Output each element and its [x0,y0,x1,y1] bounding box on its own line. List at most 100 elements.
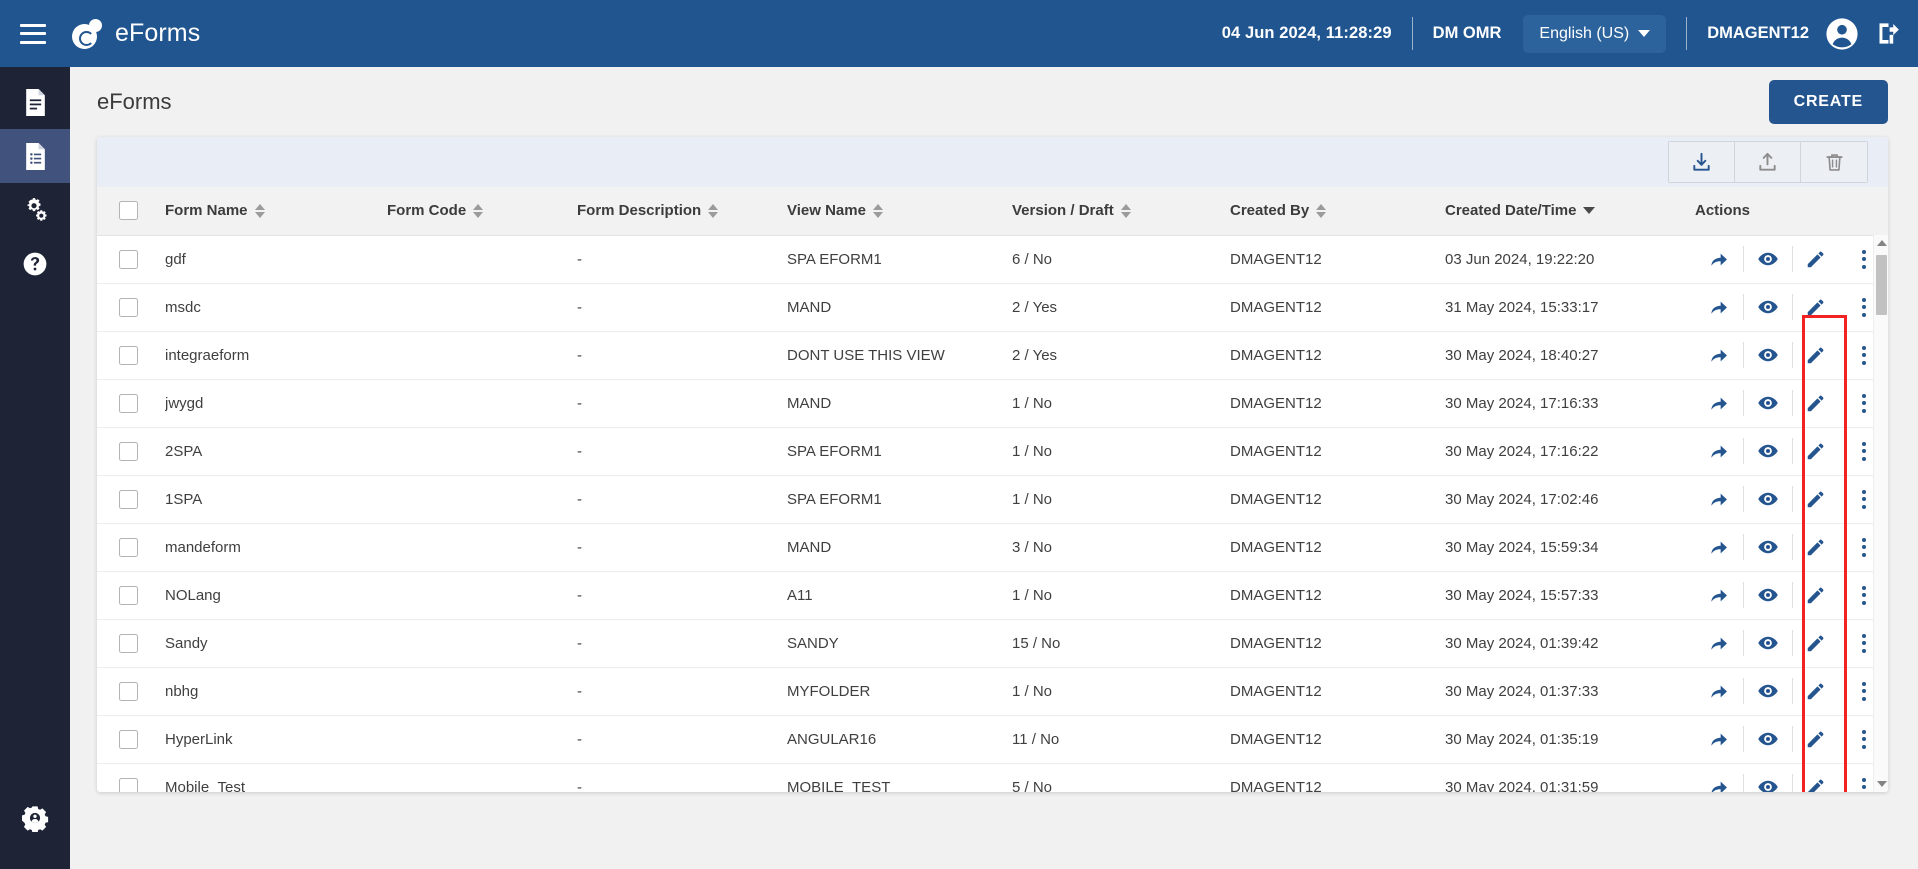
column-header-created-by[interactable]: Created By [1230,187,1445,236]
edit-action-button[interactable] [1793,290,1841,324]
view-action-button[interactable] [1744,242,1792,276]
share-action-button[interactable] [1695,338,1743,372]
select-all-checkbox[interactable] [119,201,138,221]
table-row[interactable]: NOLang - A11 1 / No DMAGENT12 30 May 2024, 15… [97,571,1888,620]
cell-version-draft: 1 / No [1012,379,1230,428]
view-action-button[interactable] [1744,386,1792,420]
row-checkbox[interactable] [119,729,138,749]
view-action-button[interactable] [1744,722,1792,756]
cell-view-name: SPA EFORM1 [787,235,1012,284]
row-checkbox[interactable] [119,393,138,413]
sidebar-item-eforms[interactable] [0,129,70,183]
scrollbar-thumb[interactable] [1876,255,1887,315]
view-action-button[interactable] [1744,770,1792,792]
edit-action-button[interactable] [1793,386,1841,420]
edit-action-button[interactable] [1793,434,1841,468]
sidebar-item-documents[interactable] [0,75,70,129]
vertical-scrollbar[interactable] [1873,235,1888,792]
share-action-button[interactable] [1695,722,1743,756]
row-checkbox[interactable] [119,777,138,792]
share-action-button[interactable] [1695,530,1743,564]
brand-logo[interactable]: eForms [72,18,200,49]
sidebar-item-processes[interactable] [0,183,70,237]
share-arrow-icon [1711,349,1727,362]
sidebar-item-help[interactable] [0,237,70,291]
table-row[interactable]: msdc - MAND 2 / Yes DMAGENT12 31 May 2024, 15… [97,283,1888,332]
column-header-version-draft[interactable]: Version / Draft [1012,187,1230,236]
column-header-form-description[interactable]: Form Description [577,187,787,236]
edit-action-button[interactable] [1793,578,1841,612]
create-button[interactable]: CREATE [1768,80,1888,124]
hamburger-icon[interactable] [20,23,46,44]
share-action-button[interactable] [1695,434,1743,468]
view-action-button[interactable] [1744,626,1792,660]
language-selector[interactable]: English (US) [1523,14,1667,53]
sort-toggle-icon[interactable] [1316,203,1327,218]
edit-action-button[interactable] [1793,722,1841,756]
view-action-button[interactable] [1744,338,1792,372]
view-action-button[interactable] [1744,530,1792,564]
edit-action-button[interactable] [1793,338,1841,372]
row-checkbox[interactable] [119,633,138,653]
kebab-menu-icon [1862,345,1867,365]
edit-action-button[interactable] [1793,674,1841,708]
table-row[interactable]: integraeform - DONT USE THIS VIEW 2 / Yes DM… [97,331,1888,380]
share-action-button[interactable] [1695,482,1743,516]
share-action-button[interactable] [1695,578,1743,612]
share-action-button[interactable] [1695,770,1743,792]
view-action-button[interactable] [1744,674,1792,708]
table-row[interactable]: mandeform - MAND 3 / No DMAGENT12 30 May 2024… [97,523,1888,572]
row-checkbox[interactable] [119,345,138,365]
view-action-button[interactable] [1744,434,1792,468]
download-button[interactable] [1669,142,1735,182]
delete-button[interactable] [1801,142,1867,182]
share-action-button[interactable] [1695,626,1743,660]
scroll-down-button[interactable] [1874,776,1888,792]
column-header-created-datetime[interactable]: Created Date/Time [1445,187,1695,236]
edit-action-button[interactable] [1793,242,1841,276]
edit-action-button[interactable] [1793,770,1841,792]
table-scroll-region[interactable]: Form Name Form Code Form Description Vie… [97,187,1888,792]
row-checkbox[interactable] [119,585,138,605]
logout-icon[interactable] [1875,20,1902,47]
sort-descending-icon[interactable] [1583,207,1596,215]
table-row[interactable]: jwygd - MAND 1 / No DMAGENT12 30 May 2024, 17… [97,379,1888,428]
view-action-button[interactable] [1744,578,1792,612]
column-header-view-name[interactable]: View Name [787,187,1012,236]
sidebar-item-settings[interactable] [0,791,70,845]
edit-action-button[interactable] [1793,626,1841,660]
row-checkbox[interactable] [119,441,138,461]
table-row[interactable]: 1SPA - SPA EFORM1 1 / No DMAGENT12 30 May 202… [97,475,1888,524]
table-row[interactable]: HyperLink - ANGULAR16 11 / No DMAGENT12 30 Ma… [97,715,1888,764]
table-row[interactable]: Sandy - SANDY 15 / No DMAGENT12 30 May 2024, … [97,619,1888,668]
sort-toggle-icon[interactable] [708,203,719,218]
table-row[interactable]: Mobile_Test - MOBILE_TEST 5 / No DMAGENT12 30… [97,763,1888,792]
row-checkbox[interactable] [119,297,138,317]
view-action-button[interactable] [1744,482,1792,516]
column-header-form-name[interactable]: Form Name [165,187,387,236]
cell-view-name: DONT USE THIS VIEW [787,331,1012,380]
upload-button[interactable] [1735,142,1801,182]
cell-form-name: 1SPA [165,475,387,524]
sort-toggle-icon[interactable] [872,203,883,218]
scroll-up-button[interactable] [1874,235,1888,251]
share-action-button[interactable] [1695,290,1743,324]
table-row[interactable]: nbhg - MYFOLDER 1 / No DMAGENT12 30 May 2024,… [97,667,1888,716]
sort-toggle-icon[interactable] [254,203,265,218]
view-action-button[interactable] [1744,290,1792,324]
share-action-button[interactable] [1695,674,1743,708]
edit-action-button[interactable] [1793,482,1841,516]
column-header-form-code[interactable]: Form Code [387,187,577,236]
account-circle-icon[interactable] [1825,17,1859,51]
sort-toggle-icon[interactable] [473,203,484,218]
table-row[interactable]: gdf - SPA EFORM1 6 / No DMAGENT12 03 Jun 2024… [97,235,1888,284]
share-action-button[interactable] [1695,242,1743,276]
row-checkbox[interactable] [119,681,138,701]
row-checkbox[interactable] [119,537,138,557]
edit-action-button[interactable] [1793,530,1841,564]
share-action-button[interactable] [1695,386,1743,420]
table-row[interactable]: 2SPA - SPA EFORM1 1 / No DMAGENT12 30 May 202… [97,427,1888,476]
row-checkbox[interactable] [119,249,138,269]
row-checkbox[interactable] [119,489,138,509]
sort-toggle-icon[interactable] [1120,203,1131,218]
